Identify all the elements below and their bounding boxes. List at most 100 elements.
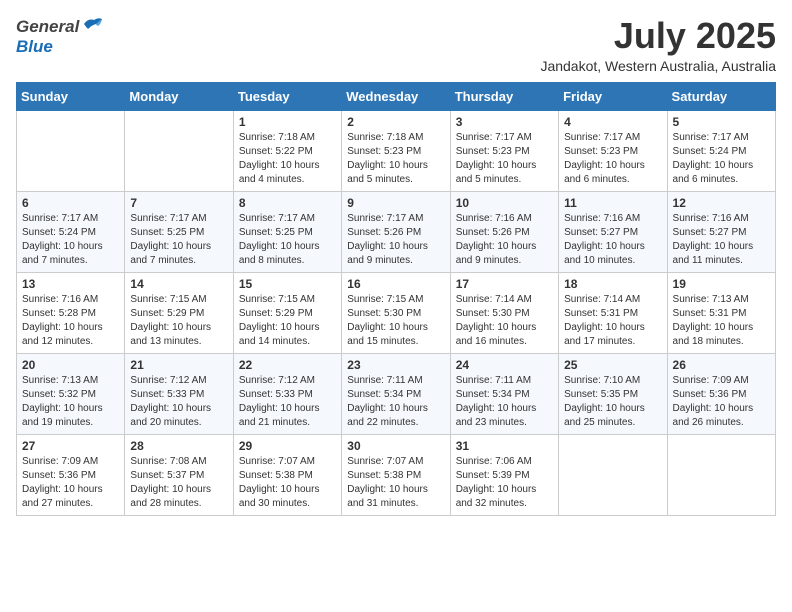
day-number: 23	[347, 358, 444, 372]
cell-info: Sunrise: 7:08 AM Sunset: 5:37 PM Dayligh…	[130, 455, 227, 511]
day-header-tuesday: Tuesday	[233, 82, 341, 110]
day-number: 5	[673, 115, 770, 129]
calendar-cell: 2 Sunrise: 7:18 AM Sunset: 5:23 PM Daylig…	[342, 110, 450, 191]
day-number: 6	[22, 196, 119, 210]
day-number: 8	[239, 196, 336, 210]
cell-info: Sunrise: 7:12 AM Sunset: 5:33 PM Dayligh…	[130, 374, 227, 430]
logo-blue: Blue	[16, 37, 53, 56]
day-number: 31	[456, 439, 553, 453]
cell-info: Sunrise: 7:09 AM Sunset: 5:36 PM Dayligh…	[673, 374, 770, 430]
calendar-cell: 17 Sunrise: 7:14 AM Sunset: 5:30 PM Dayli…	[450, 272, 558, 353]
cell-info: Sunrise: 7:11 AM Sunset: 5:34 PM Dayligh…	[456, 374, 553, 430]
day-number: 24	[456, 358, 553, 372]
calendar-cell: 14 Sunrise: 7:15 AM Sunset: 5:29 PM Dayli…	[125, 272, 233, 353]
calendar-cell: 19 Sunrise: 7:13 AM Sunset: 5:31 PM Dayli…	[667, 272, 775, 353]
cell-info: Sunrise: 7:18 AM Sunset: 5:22 PM Dayligh…	[239, 131, 336, 187]
calendar-cell: 3Sunrise: 7:17 AM Sunset: 5:23 PM Daylig…	[450, 110, 558, 191]
cell-info: Sunrise: 7:09 AM Sunset: 5:36 PM Dayligh…	[22, 455, 119, 511]
calendar-cell: 16 Sunrise: 7:15 AM Sunset: 5:30 PM Dayli…	[342, 272, 450, 353]
calendar-cell: 27 Sunrise: 7:09 AM Sunset: 5:36 PM Dayli…	[17, 434, 125, 515]
cell-info: Sunrise: 7:15 AM Sunset: 5:30 PM Dayligh…	[347, 293, 444, 349]
cell-info: Sunrise: 7:12 AM Sunset: 5:33 PM Dayligh…	[239, 374, 336, 430]
day-number: 15	[239, 277, 336, 291]
cell-info: Sunrise: 7:13 AM Sunset: 5:31 PM Dayligh…	[673, 293, 770, 349]
cell-info: Sunrise: 7:14 AM Sunset: 5:30 PM Dayligh…	[456, 293, 553, 349]
calendar-week-row: 27 Sunrise: 7:09 AM Sunset: 5:36 PM Dayli…	[17, 434, 776, 515]
calendar-week-row: 6Sunrise: 7:17 AM Sunset: 5:24 PM Daylig…	[17, 191, 776, 272]
calendar-cell: 24 Sunrise: 7:11 AM Sunset: 5:34 PM Dayli…	[450, 353, 558, 434]
calendar-cell	[667, 434, 775, 515]
calendar-cell: 25Sunrise: 7:10 AM Sunset: 5:35 PM Dayli…	[559, 353, 667, 434]
calendar-cell	[559, 434, 667, 515]
calendar-week-row: 20Sunrise: 7:13 AM Sunset: 5:32 PM Dayli…	[17, 353, 776, 434]
day-number: 17	[456, 277, 553, 291]
calendar-week-row: 1 Sunrise: 7:18 AM Sunset: 5:22 PM Daylig…	[17, 110, 776, 191]
calendar-cell: 28 Sunrise: 7:08 AM Sunset: 5:37 PM Dayli…	[125, 434, 233, 515]
calendar-cell: 31 Sunrise: 7:06 AM Sunset: 5:39 PM Dayli…	[450, 434, 558, 515]
calendar-cell: 12 Sunrise: 7:16 AM Sunset: 5:27 PM Dayli…	[667, 191, 775, 272]
calendar-cell: 18 Sunrise: 7:14 AM Sunset: 5:31 PM Dayli…	[559, 272, 667, 353]
day-number: 2	[347, 115, 444, 129]
calendar-cell: 7 Sunrise: 7:17 AM Sunset: 5:25 PM Daylig…	[125, 191, 233, 272]
calendar-cell: 8Sunrise: 7:17 AM Sunset: 5:25 PM Daylig…	[233, 191, 341, 272]
calendar-cell: 21 Sunrise: 7:12 AM Sunset: 5:33 PM Dayli…	[125, 353, 233, 434]
calendar-table: SundayMondayTuesdayWednesdayThursdayFrid…	[16, 82, 776, 516]
day-number: 29	[239, 439, 336, 453]
logo-general: General	[16, 17, 79, 37]
day-number: 12	[673, 196, 770, 210]
cell-info: Sunrise: 7:16 AM Sunset: 5:27 PM Dayligh…	[673, 212, 770, 268]
day-number: 20	[22, 358, 119, 372]
calendar-cell: 23 Sunrise: 7:11 AM Sunset: 5:34 PM Dayli…	[342, 353, 450, 434]
cell-info: Sunrise: 7:16 AM Sunset: 5:28 PM Dayligh…	[22, 293, 119, 349]
cell-info: Sunrise: 7:17 AM Sunset: 5:26 PM Dayligh…	[347, 212, 444, 268]
calendar-cell	[125, 110, 233, 191]
day-number: 19	[673, 277, 770, 291]
title-area: July 2025 Jandakot, Western Australia, A…	[540, 16, 776, 74]
calendar-cell: 15 Sunrise: 7:15 AM Sunset: 5:29 PM Dayli…	[233, 272, 341, 353]
day-number: 16	[347, 277, 444, 291]
day-number: 18	[564, 277, 661, 291]
calendar-cell: 5 Sunrise: 7:17 AM Sunset: 5:24 PM Daylig…	[667, 110, 775, 191]
month-title: July 2025	[540, 16, 776, 56]
day-number: 14	[130, 277, 227, 291]
calendar-cell: 9 Sunrise: 7:17 AM Sunset: 5:26 PM Daylig…	[342, 191, 450, 272]
day-number: 22	[239, 358, 336, 372]
day-number: 21	[130, 358, 227, 372]
day-number: 13	[22, 277, 119, 291]
day-number: 27	[22, 439, 119, 453]
calendar-header-row: SundayMondayTuesdayWednesdayThursdayFrid…	[17, 82, 776, 110]
day-header-thursday: Thursday	[450, 82, 558, 110]
cell-info: Sunrise: 7:18 AM Sunset: 5:23 PM Dayligh…	[347, 131, 444, 187]
calendar-cell: 29Sunrise: 7:07 AM Sunset: 5:38 PM Dayli…	[233, 434, 341, 515]
calendar-cell: 26 Sunrise: 7:09 AM Sunset: 5:36 PM Dayli…	[667, 353, 775, 434]
day-number: 11	[564, 196, 661, 210]
day-number: 10	[456, 196, 553, 210]
day-number: 1	[239, 115, 336, 129]
cell-info: Sunrise: 7:17 AM Sunset: 5:23 PM Dayligh…	[564, 131, 661, 187]
day-number: 30	[347, 439, 444, 453]
day-number: 7	[130, 196, 227, 210]
cell-info: Sunrise: 7:16 AM Sunset: 5:27 PM Dayligh…	[564, 212, 661, 268]
calendar-cell: 6Sunrise: 7:17 AM Sunset: 5:24 PM Daylig…	[17, 191, 125, 272]
cell-info: Sunrise: 7:17 AM Sunset: 5:25 PM Dayligh…	[130, 212, 227, 268]
cell-info: Sunrise: 7:15 AM Sunset: 5:29 PM Dayligh…	[130, 293, 227, 349]
cell-info: Sunrise: 7:17 AM Sunset: 5:24 PM Dayligh…	[673, 131, 770, 187]
cell-info: Sunrise: 7:06 AM Sunset: 5:39 PM Dayligh…	[456, 455, 553, 511]
calendar-week-row: 13 Sunrise: 7:16 AM Sunset: 5:28 PM Dayli…	[17, 272, 776, 353]
calendar-cell: 4 Sunrise: 7:17 AM Sunset: 5:23 PM Daylig…	[559, 110, 667, 191]
logo-bird-icon	[82, 16, 104, 37]
day-header-friday: Friday	[559, 82, 667, 110]
day-number: 28	[130, 439, 227, 453]
calendar-cell: 1 Sunrise: 7:18 AM Sunset: 5:22 PM Daylig…	[233, 110, 341, 191]
calendar-cell: 10Sunrise: 7:16 AM Sunset: 5:26 PM Dayli…	[450, 191, 558, 272]
cell-info: Sunrise: 7:11 AM Sunset: 5:34 PM Dayligh…	[347, 374, 444, 430]
cell-info: Sunrise: 7:17 AM Sunset: 5:23 PM Dayligh…	[456, 131, 553, 187]
day-number: 4	[564, 115, 661, 129]
cell-info: Sunrise: 7:14 AM Sunset: 5:31 PM Dayligh…	[564, 293, 661, 349]
day-number: 9	[347, 196, 444, 210]
day-number: 25	[564, 358, 661, 372]
calendar-cell: 13 Sunrise: 7:16 AM Sunset: 5:28 PM Dayli…	[17, 272, 125, 353]
cell-info: Sunrise: 7:15 AM Sunset: 5:29 PM Dayligh…	[239, 293, 336, 349]
day-number: 26	[673, 358, 770, 372]
day-header-monday: Monday	[125, 82, 233, 110]
